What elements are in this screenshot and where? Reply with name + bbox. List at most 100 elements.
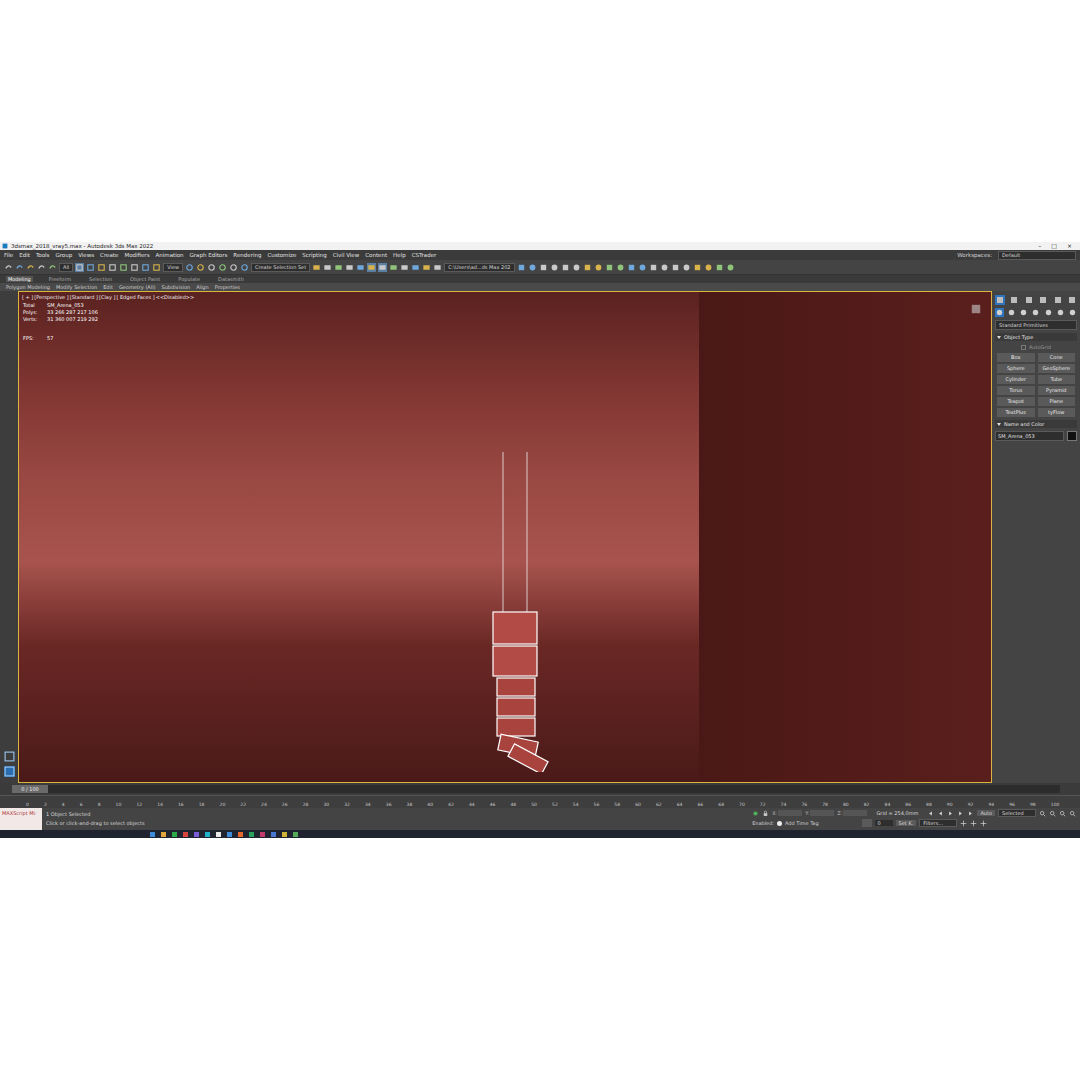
track-bar[interactable]: 0246810121416182022242628303234363840424…	[0, 795, 1080, 808]
render-icon[interactable]	[433, 263, 442, 272]
maxscript-listener[interactable]: MAXScript Mi:	[0, 808, 42, 830]
scene-explorer-icon[interactable]	[367, 263, 376, 272]
snaps-icon[interactable]	[207, 263, 216, 272]
ribbon-tab[interactable]: Datasmith	[216, 276, 246, 282]
set-key-button[interactable]: Set K.	[896, 820, 917, 826]
menu-item[interactable]: Help	[393, 252, 406, 258]
taskbar-app-icon[interactable]	[161, 832, 166, 837]
object-color-swatch[interactable]	[1067, 431, 1077, 441]
key-filters-button[interactable]: Filters...	[919, 819, 957, 827]
bind-spacewarp-icon[interactable]	[48, 263, 57, 272]
add-time-tag[interactable]: Add Time Tag	[785, 820, 819, 826]
taskbar-app-icon[interactable]	[183, 832, 188, 837]
space-warps-icon[interactable]	[1056, 308, 1065, 317]
unlink-icon[interactable]	[37, 263, 46, 272]
menu-item[interactable]: Animation	[156, 252, 184, 258]
menu-item[interactable]: Tools	[36, 252, 50, 258]
ribbon-tab[interactable]: Selection	[87, 276, 114, 282]
viewport-config-icon[interactable]	[4, 766, 15, 777]
hierarchy-icon[interactable]	[1024, 295, 1034, 305]
time-slider[interactable]: 0 / 100	[0, 783, 1080, 795]
object-type-button[interactable]: Box	[997, 353, 1035, 362]
lister-icon[interactable]	[594, 263, 603, 272]
motion-icon[interactable]	[1038, 295, 1048, 305]
edit-named-sets-icon[interactable]	[312, 263, 321, 272]
viewport-label[interactable]: [Standard ]	[70, 294, 98, 300]
explorer-icon[interactable]	[528, 263, 537, 272]
schematic-view-icon[interactable]	[389, 263, 398, 272]
viewport-layout-icon[interactable]	[4, 751, 15, 762]
taskbar-app-icon[interactable]	[205, 832, 210, 837]
object-type-button[interactable]: Sphere	[997, 364, 1035, 373]
rendered-frame-icon[interactable]	[422, 263, 431, 272]
time-tag-enabled[interactable]: Enabled:	[752, 820, 774, 826]
toggle-ribbon-icon[interactable]	[356, 263, 365, 272]
taskbar-app-icon[interactable]	[282, 832, 287, 837]
object-type-button[interactable]: GeoSphere	[1038, 364, 1076, 373]
autogrid-checkbox[interactable]: AutoGrid	[995, 344, 1077, 350]
vray-icon[interactable]	[561, 263, 570, 272]
cameras-icon[interactable]	[1031, 308, 1040, 317]
key-filter-dropdown[interactable]: Selected	[998, 809, 1036, 817]
ribbon-group[interactable]: Modify Selection	[56, 284, 97, 290]
redo-icon[interactable]	[15, 263, 24, 272]
selection-filter-dropdown[interactable]: All	[59, 263, 73, 272]
viewport-label[interactable]: [ Edged Faces ]	[116, 294, 154, 300]
previous-frame-icon[interactable]	[937, 810, 944, 817]
display-icon[interactable]	[1053, 295, 1063, 305]
ribbon-tab[interactable]: Freeform	[47, 276, 73, 282]
zoom-extents-icon[interactable]	[1059, 810, 1066, 817]
object-type-button[interactable]: Pyramid	[1038, 386, 1076, 395]
ribbon-group[interactable]: Properties	[215, 284, 240, 290]
primitive-category-dropdown[interactable]: Standard Primitives	[995, 320, 1077, 330]
go-to-end-icon[interactable]	[967, 810, 974, 817]
bulb-icon[interactable]	[682, 263, 691, 272]
geometry-icon[interactable]	[995, 308, 1004, 317]
plane-icon[interactable]	[693, 263, 702, 272]
material-editor-icon[interactable]	[400, 263, 409, 272]
shapes-icon[interactable]	[1007, 308, 1016, 317]
percent-snap-icon[interactable]	[229, 263, 238, 272]
frame-buffer-icon[interactable]	[605, 263, 614, 272]
play-icon[interactable]	[947, 810, 954, 817]
select-by-name-icon[interactable]	[86, 263, 95, 272]
go-to-start-icon[interactable]	[927, 810, 934, 817]
taskbar-app-icon[interactable]	[150, 832, 155, 837]
coordinate-field[interactable]: X:	[772, 810, 802, 816]
selection-region-icon[interactable]	[97, 263, 106, 272]
menu-item[interactable]: Create	[100, 252, 118, 258]
modify-icon[interactable]	[1009, 295, 1019, 305]
viewcube-icon[interactable]	[969, 302, 983, 316]
menu-item[interactable]: File	[4, 252, 13, 258]
zoom-icon[interactable]	[1039, 810, 1046, 817]
taskbar-app-icon[interactable]	[249, 832, 254, 837]
toggle-layer-icon[interactable]	[345, 263, 354, 272]
utilities-icon[interactable]	[1067, 295, 1077, 305]
systems-icon[interactable]	[1068, 308, 1077, 317]
object-type-button[interactable]: Cone	[1038, 353, 1076, 362]
menu-item[interactable]: Graph Editors	[190, 252, 228, 258]
sphere-icon[interactable]	[671, 263, 680, 272]
object-type-button[interactable]: Tube	[1038, 375, 1076, 384]
lock-selection-icon[interactable]	[762, 810, 769, 817]
menu-item[interactable]: Customize	[267, 252, 296, 258]
object-name-field[interactable]	[995, 431, 1064, 441]
taskbar-app-icon[interactable]	[238, 832, 243, 837]
menu-item[interactable]: CSTrader	[412, 252, 437, 258]
pan-icon[interactable]	[960, 820, 967, 827]
viewport-label[interactable]: [Clay ]	[99, 294, 115, 300]
move-icon[interactable]	[119, 263, 128, 272]
ribbon-tab[interactable]: Modeling	[6, 276, 33, 282]
object-type-button[interactable]: Cylinder	[997, 375, 1035, 384]
taskbar-app-icon[interactable]	[194, 832, 199, 837]
current-frame-field[interactable]: 0	[875, 820, 893, 826]
lights-icon[interactable]	[1019, 308, 1028, 317]
link-icon[interactable]	[26, 263, 35, 272]
object-type-button[interactable]: Plane	[1038, 397, 1076, 406]
taskbar-app-icon[interactable]	[216, 832, 221, 837]
named-selection-dropdown[interactable]: Create Selection Set	[251, 263, 310, 272]
next-frame-icon[interactable]	[957, 810, 964, 817]
viewport-label[interactable]: [ + ]	[22, 294, 33, 300]
viewport-label[interactable]: [Perspective ]	[34, 294, 68, 300]
zoom-all-icon[interactable]	[1049, 810, 1056, 817]
